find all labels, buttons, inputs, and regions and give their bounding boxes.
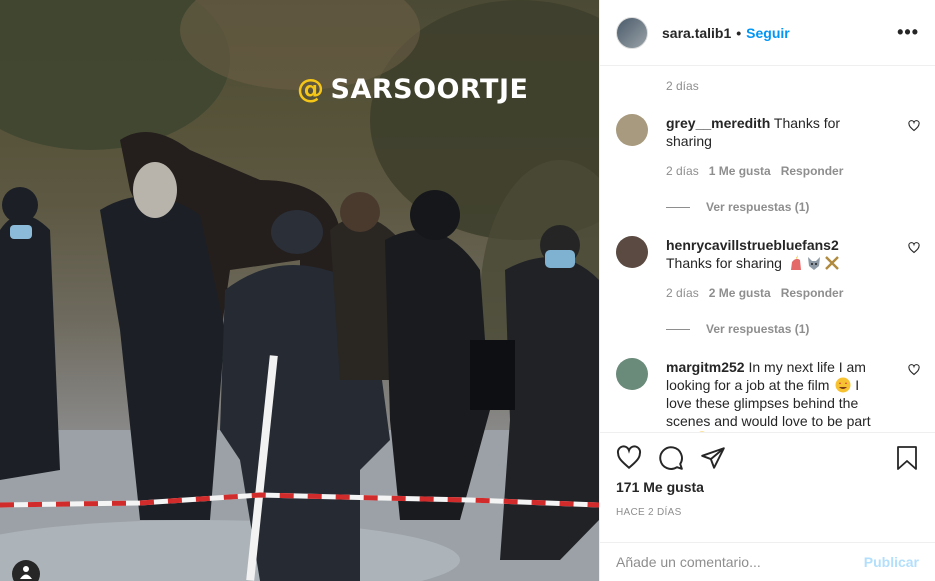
comment-heart-icon[interactable] <box>908 364 920 376</box>
commenter-avatar[interactable] <box>616 358 648 390</box>
crossed-swords-emoji <box>824 256 839 270</box>
watermark-at-sign: @ <box>297 74 325 105</box>
comment-composer: Publicar <box>600 542 935 581</box>
comment-meta: 2 días 2 Me gusta Responder <box>666 284 882 302</box>
action-icons <box>616 445 726 471</box>
view-replies-button[interactable]: Ver respuestas (1) <box>666 198 882 216</box>
commenter-avatar[interactable] <box>616 236 648 268</box>
author-avatar[interactable] <box>616 16 648 49</box>
comment-heart-icon[interactable] <box>908 120 920 132</box>
watermark-text: SARSOORTJE <box>330 74 529 105</box>
comment-age[interactable]: 2 días <box>666 162 699 180</box>
comment-item: henrycavillstruebluefans2 Thanks for sha… <box>616 236 920 338</box>
comment-likes[interactable]: 1 Me gusta <box>709 162 771 180</box>
save-bookmark-icon[interactable] <box>895 445 919 471</box>
comment-item: margitm252 In my next life I am looking … <box>616 358 920 432</box>
post-photo[interactable]: @ SARSOORTJE <box>0 0 599 581</box>
comment-bubble-icon[interactable] <box>658 445 684 471</box>
post-sidebar: sara.talib1 • Seguir ••• 2 días grey__me… <box>599 0 935 581</box>
replies-line <box>666 328 690 330</box>
comment-heart-icon[interactable] <box>908 242 920 254</box>
comment-username[interactable]: henrycavillstruebluefans2 <box>666 237 839 253</box>
unicorn-emoji <box>790 255 801 270</box>
share-icon[interactable] <box>700 445 726 471</box>
comment-input[interactable] <box>616 554 864 570</box>
photo-watermark: @ SARSOORTJE <box>297 74 528 105</box>
wolf-emoji <box>807 257 820 270</box>
follow-button[interactable]: Seguir <box>746 25 790 41</box>
instagram-post: @ SARSOORTJE sara.talib1 • Seguir ••• 2 d… <box>0 0 935 581</box>
star-struck-emoji <box>835 377 851 393</box>
comment-username[interactable]: margitm252 <box>666 359 745 375</box>
comment-age[interactable]: 2 días <box>666 284 699 302</box>
like-heart-icon[interactable] <box>616 445 642 471</box>
comment-text: Thanks for sharing <box>666 255 782 271</box>
comment-likes[interactable]: 2 Me gusta <box>709 284 771 302</box>
reply-button[interactable]: Responder <box>781 284 844 302</box>
likes-count[interactable]: 171 Me gusta <box>616 479 704 495</box>
comment-meta: 2 días 1 Me gusta Responder <box>666 162 882 180</box>
caption-age: 2 días <box>666 79 699 93</box>
view-replies-button[interactable]: Ver respuestas (1) <box>666 320 882 338</box>
post-time: HACE 2 DÍAS <box>616 507 682 518</box>
publish-button[interactable]: Publicar <box>864 554 919 570</box>
more-options-icon[interactable]: ••• <box>897 22 919 43</box>
comments-list[interactable]: 2 días grey__meredith Thanks for sharing… <box>600 66 935 432</box>
header-separator: • <box>736 24 742 41</box>
author-username[interactable]: sara.talib1 <box>662 25 731 41</box>
view-replies-label: Ver respuestas (1) <box>706 322 810 336</box>
post-header: sara.talib1 • Seguir ••• <box>600 0 935 66</box>
user-tag-icon[interactable] <box>12 560 40 581</box>
post-actions: 171 Me gusta <box>600 432 935 507</box>
comment-item: grey__meredith Thanks for sharing 2 días… <box>616 114 920 216</box>
comment-username[interactable]: grey__meredith <box>666 115 770 131</box>
commenter-avatar[interactable] <box>616 114 648 146</box>
view-replies-label: Ver respuestas (1) <box>706 200 810 214</box>
reply-button[interactable]: Responder <box>781 162 844 180</box>
replies-line <box>666 206 690 208</box>
